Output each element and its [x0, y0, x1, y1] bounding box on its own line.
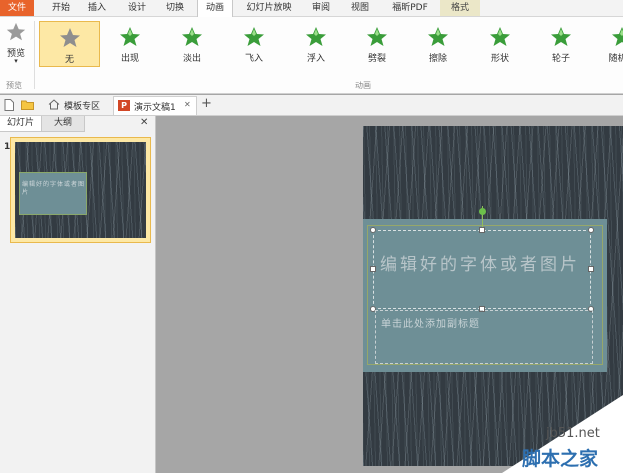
- new-tab-button[interactable]: +: [201, 96, 212, 111]
- menu-insert[interactable]: 插入: [80, 0, 114, 16]
- anim-none-button[interactable]: 无: [39, 21, 100, 67]
- resize-handle[interactable]: [588, 266, 594, 272]
- menu-slideshow[interactable]: 幻灯片放映: [240, 0, 298, 16]
- group-divider: [34, 21, 35, 89]
- open-folder-icon[interactable]: [21, 100, 34, 110]
- document-tab-strip: 模板专区 P 演示文稿1 ✕ +: [0, 95, 623, 116]
- anim-appear-label: 出现: [120, 54, 139, 64]
- rotate-handle-icon[interactable]: [479, 208, 486, 215]
- preview-group-label: 预览: [6, 81, 22, 90]
- anim-float-in-label: 浮入: [306, 54, 325, 64]
- watermark-site: jb51.net: [546, 426, 600, 441]
- watermark: jb51.net 脚本之家: [482, 390, 623, 473]
- star-green-icon: [367, 27, 387, 46]
- anim-wipe-label: 擦除: [428, 54, 447, 64]
- anim-none-label: 无: [64, 55, 74, 65]
- tab-slides[interactable]: 幻灯片: [0, 116, 42, 132]
- star-green-icon: [612, 27, 623, 46]
- tab-presentation1-label: 演示文稿1: [134, 103, 176, 113]
- animation-group-label: 动画: [355, 81, 371, 90]
- anim-wipe-button[interactable]: 擦除: [410, 21, 466, 67]
- anim-fade-label: 淡出: [182, 54, 201, 64]
- resize-handle[interactable]: [370, 227, 376, 233]
- chevron-down-icon: ▾: [14, 57, 18, 65]
- menu-review[interactable]: 审阅: [304, 0, 338, 16]
- subtitle-placeholder-text[interactable]: 单击此处添加副标题: [381, 315, 480, 330]
- ppt-file-icon: P: [118, 100, 130, 111]
- star-green-icon: [551, 27, 571, 46]
- menu-home[interactable]: 开始: [44, 0, 78, 16]
- thumb-title-text: 编辑好的字体或者图片: [22, 181, 86, 196]
- star-green-icon: [120, 27, 140, 46]
- resize-handle[interactable]: [588, 227, 594, 233]
- menu-transitions[interactable]: 切换: [158, 0, 192, 16]
- menu-foxit-pdf[interactable]: 福昕PDF: [384, 0, 436, 16]
- star-green-icon: [306, 27, 326, 46]
- anim-wheel-button[interactable]: 轮子: [533, 21, 589, 67]
- slides-panel: 幻灯片 大纲 ✕ 1 编辑好的字体或者图片: [0, 116, 156, 473]
- resize-handle[interactable]: [370, 266, 376, 272]
- menu-design[interactable]: 设计: [120, 0, 154, 16]
- home-icon: [48, 99, 60, 110]
- ribbon: 预览 ▾ 预览 无 出现 淡出 飞入 浮入 劈裂 擦除 形状 轮子 随机线 动画: [0, 17, 623, 94]
- thumb-title-box: 编辑好的字体或者图片: [19, 172, 87, 215]
- star-green-icon: [182, 27, 202, 46]
- star-gray-icon: [6, 22, 26, 41]
- preview-button[interactable]: 预览 ▾: [2, 19, 30, 77]
- anim-shape-label: 形状: [490, 54, 509, 64]
- slide-thumbnail-selection[interactable]: 编辑好的字体或者图片: [10, 137, 151, 243]
- tab-template-zone[interactable]: 模板专区: [42, 96, 110, 114]
- title-placeholder[interactable]: 编辑好的字体或者图片: [373, 230, 591, 309]
- star-gray-icon: [59, 28, 80, 47]
- anim-split-label: 劈裂: [367, 54, 386, 64]
- menu-bar: 文件 开始 插入 设计 切换 动画 幻灯片放映 审阅 视图 福昕PDF 格式: [0, 0, 623, 17]
- tab-template-zone-label: 模板专区: [64, 102, 101, 112]
- subtitle-placeholder[interactable]: 单击此处添加副标题: [375, 310, 593, 364]
- new-document-icon[interactable]: [4, 99, 14, 111]
- anim-shape-button[interactable]: 形状: [472, 21, 528, 67]
- resize-handle[interactable]: [479, 227, 485, 233]
- anim-random-bars-button[interactable]: 随机线: [594, 21, 623, 67]
- slide-thumbnail: 编辑好的字体或者图片: [15, 142, 146, 238]
- title-text[interactable]: 编辑好的字体或者图片: [380, 253, 590, 277]
- close-tab-icon[interactable]: ✕: [184, 100, 191, 109]
- anim-random-bars-label: 随机线: [608, 54, 623, 64]
- watermark-name: 脚本之家: [522, 448, 599, 470]
- anim-appear-button[interactable]: 出现: [102, 21, 158, 67]
- star-green-icon: [490, 27, 510, 46]
- anim-float-in-button[interactable]: 浮入: [288, 21, 344, 67]
- menu-file[interactable]: 文件: [0, 0, 34, 16]
- anim-fly-in-button[interactable]: 飞入: [226, 21, 282, 67]
- anim-wheel-label: 轮子: [551, 54, 570, 64]
- menu-format[interactable]: 格式: [440, 0, 480, 16]
- menu-view[interactable]: 视图: [343, 0, 377, 16]
- close-panel-icon[interactable]: ✕: [140, 117, 148, 128]
- anim-fade-button[interactable]: 淡出: [164, 21, 220, 67]
- tab-outline[interactable]: 大纲: [42, 116, 85, 132]
- menu-animations[interactable]: 动画: [197, 0, 233, 17]
- anim-fly-in-label: 飞入: [244, 54, 263, 64]
- anim-split-button[interactable]: 劈裂: [349, 21, 405, 67]
- star-green-icon: [428, 27, 448, 46]
- tab-presentation1[interactable]: P 演示文稿1 ✕: [113, 96, 197, 115]
- star-green-icon: [244, 27, 264, 46]
